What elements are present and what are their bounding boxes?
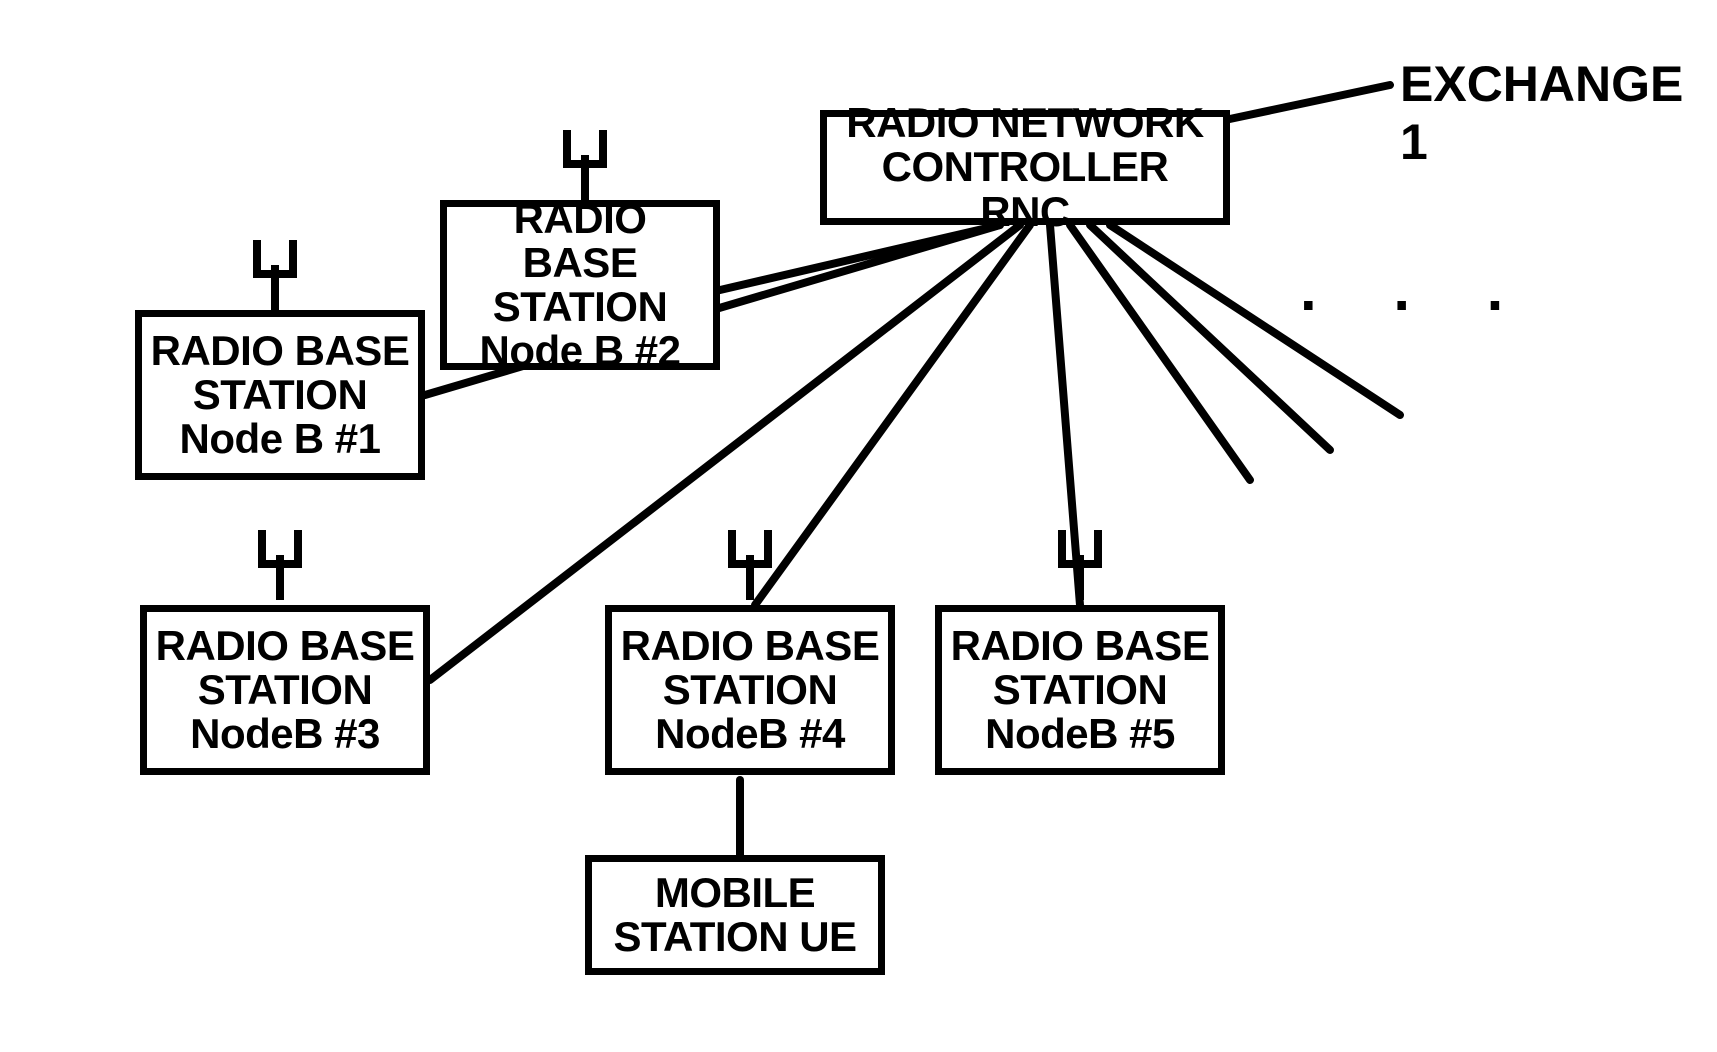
node-b1-line3: Node B #1 (180, 417, 381, 461)
node-b4-line3: NodeB #4 (655, 712, 845, 756)
rnc-line1: RADIO NETWORK (846, 101, 1203, 145)
ue-line1: MOBILE (655, 871, 815, 915)
node-b2-box: RADIO BASE STATION Node B #2 (440, 200, 720, 370)
exchange-label: EXCHANGE 1 (1400, 55, 1717, 171)
node-b4-box: RADIO BASE STATION NodeB #4 (605, 605, 895, 775)
antenna-icon (245, 240, 305, 310)
mobile-station-box: MOBILE STATION UE (585, 855, 885, 975)
node-b1-line1: RADIO BASE (151, 329, 410, 373)
node-b1-line2: STATION (193, 373, 368, 417)
rnc-box: RADIO NETWORK CONTROLLER RNC (820, 110, 1230, 225)
antenna-icon (720, 530, 780, 600)
antenna-icon (1050, 530, 1110, 600)
node-b1-box: RADIO BASE STATION Node B #1 (135, 310, 425, 480)
diagram-canvas: RADIO NETWORK CONTROLLER RNC EXCHANGE 1 … (0, 0, 1717, 1052)
ue-line2: STATION UE (613, 915, 856, 959)
node-b4-line2: STATION (663, 668, 838, 712)
node-b3-line1: RADIO BASE (156, 624, 415, 668)
node-b5-box: RADIO BASE STATION NodeB #5 (935, 605, 1225, 775)
antenna-icon (555, 130, 615, 200)
node-b3-line2: STATION (198, 668, 373, 712)
node-b5-line1: RADIO BASE (951, 624, 1210, 668)
node-b5-line3: NodeB #5 (985, 712, 1175, 756)
node-b5-line2: STATION (993, 668, 1168, 712)
node-b4-line1: RADIO BASE (621, 624, 880, 668)
node-b3-box: RADIO BASE STATION NodeB #3 (140, 605, 430, 775)
node-b2-line3: Node B #2 (480, 329, 681, 373)
ellipsis: . . . (1300, 255, 1533, 324)
node-b2-line2: STATION (493, 285, 668, 329)
node-b2-line1: RADIO BASE (453, 197, 707, 285)
rnc-line2: CONTROLLER RNC (833, 145, 1217, 233)
antenna-icon (250, 530, 310, 600)
node-b3-line3: NodeB #3 (190, 712, 380, 756)
